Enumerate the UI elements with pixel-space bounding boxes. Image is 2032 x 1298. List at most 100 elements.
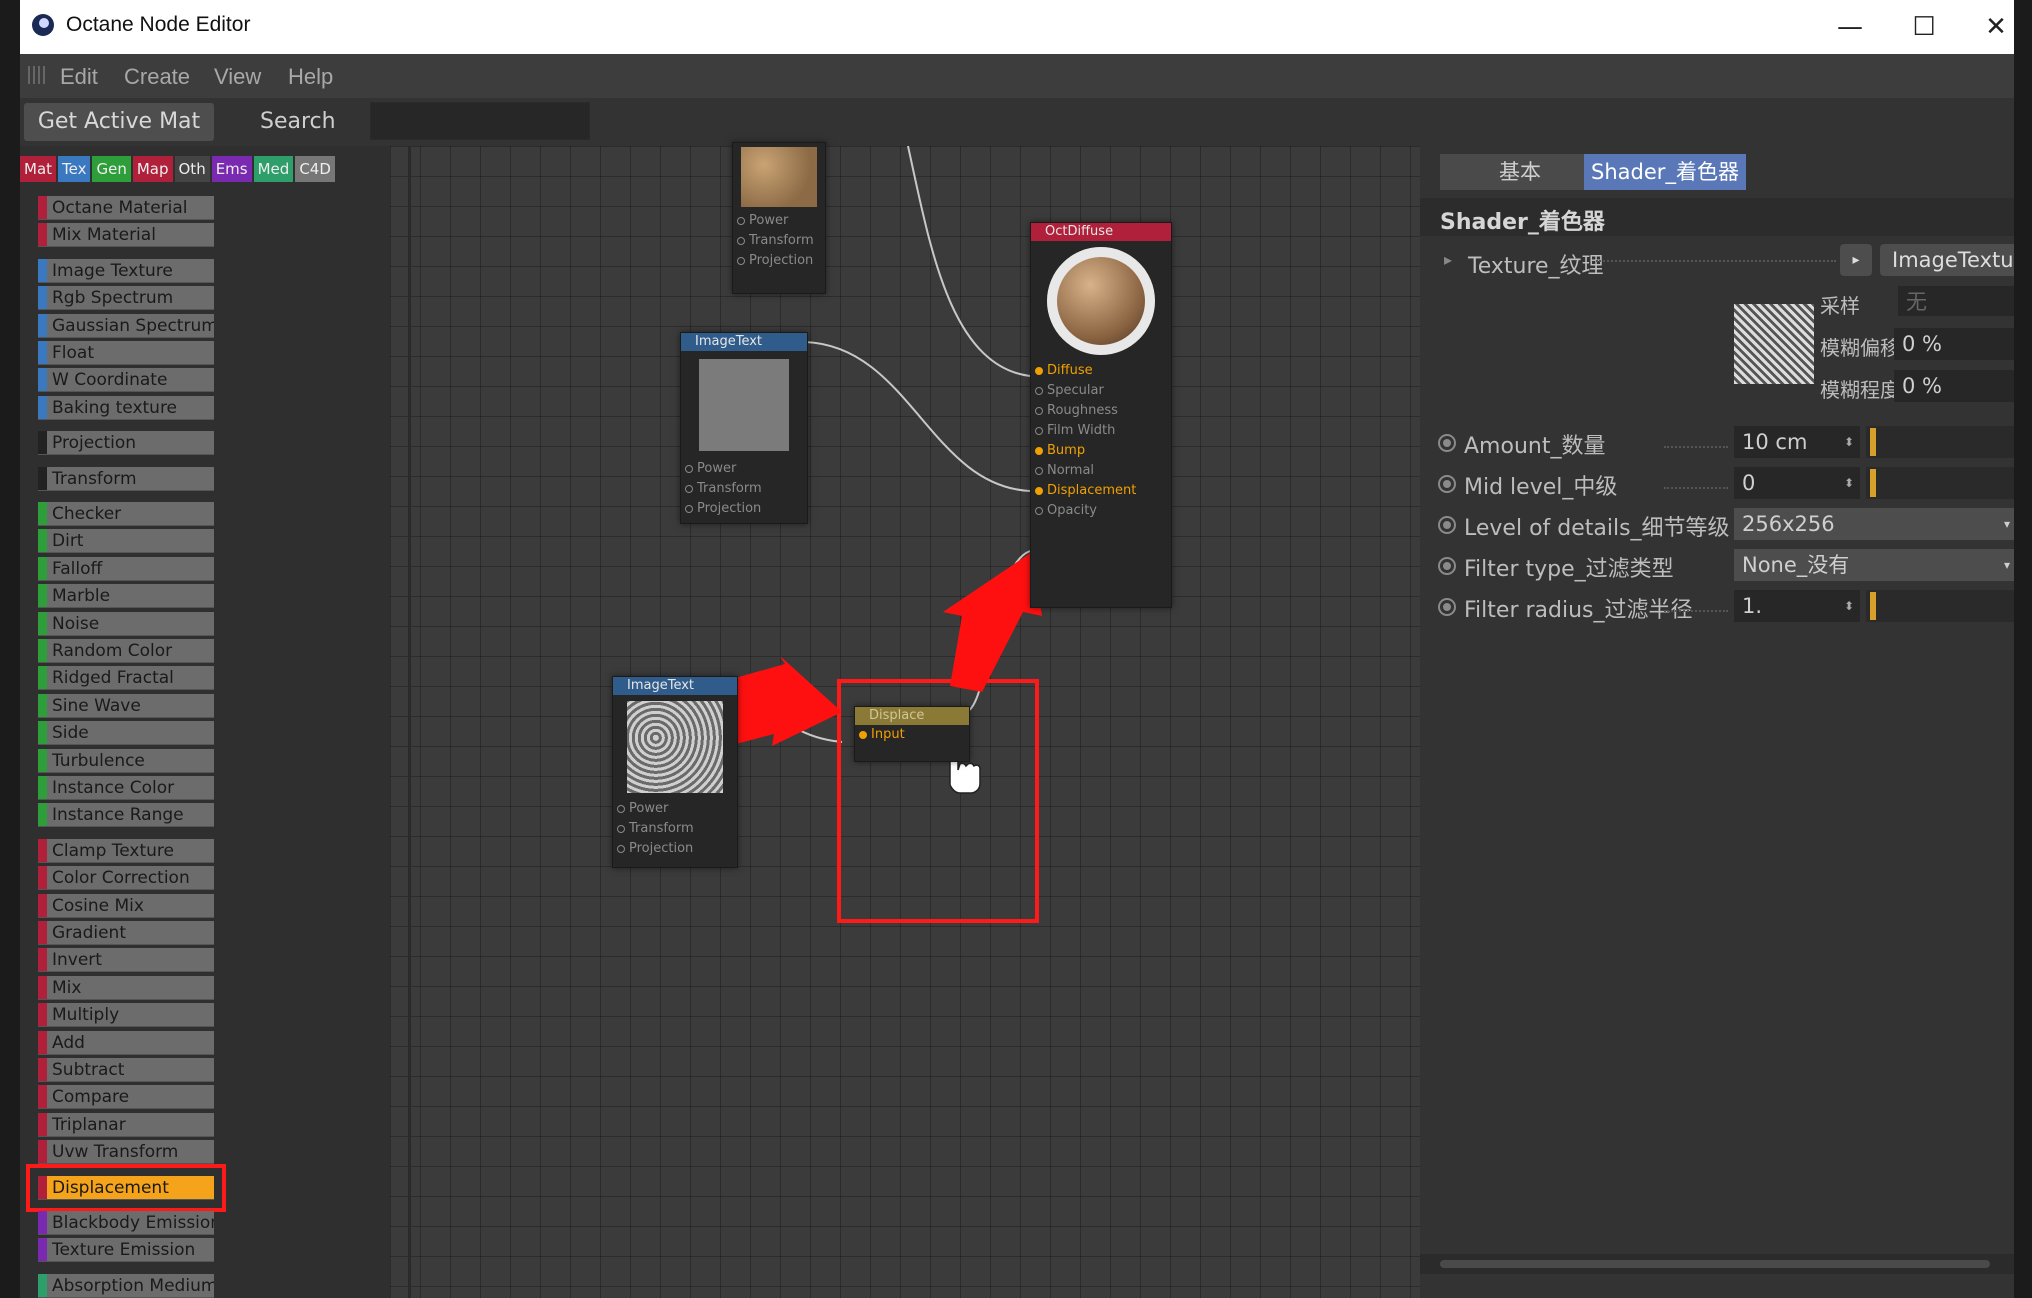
node-list-item[interactable]: Baking texture — [38, 395, 214, 420]
stepper-arrows-icon[interactable]: ⬍ — [1844, 467, 1854, 499]
texture-arrow-button[interactable]: ▸ — [1840, 244, 1872, 276]
node-list-item[interactable]: Rgb Spectrum — [38, 286, 214, 311]
category-tab-gen[interactable]: Gen — [92, 156, 131, 182]
tab-basic[interactable]: 基本 — [1440, 154, 1600, 190]
node-list-item[interactable]: Float — [38, 341, 214, 365]
node-list-item[interactable]: Falloff — [38, 556, 214, 581]
node-list-item[interactable]: Projection — [38, 431, 214, 456]
node-list-item[interactable]: Compare — [38, 1085, 214, 1110]
node-list-item[interactable]: Triplanar — [38, 1112, 214, 1137]
node-list-item[interactable]: Instance Color — [38, 776, 214, 800]
stepper-arrows-icon[interactable]: ⬍ — [1844, 590, 1854, 622]
node-list-item[interactable]: Marble — [38, 584, 214, 609]
node-input-pin[interactable]: Power — [613, 799, 737, 819]
minimize-button[interactable]: — — [1820, 6, 1880, 48]
texture-node-top[interactable]: Power Transform Projection — [732, 142, 826, 294]
node-list-item[interactable]: Cosine Mix — [38, 893, 214, 918]
node-list-item[interactable]: Checker — [38, 502, 214, 526]
node-list-item[interactable]: Sine Wave — [38, 693, 214, 718]
category-tab-mat[interactable]: Mat — [20, 156, 57, 182]
node-input-pin[interactable]: Transform — [681, 479, 807, 499]
blur-offset-field[interactable]: 0 % — [1894, 328, 2014, 360]
node-list-item[interactable]: Absorption Medium — [38, 1273, 214, 1298]
node-list-item[interactable]: Invert — [38, 948, 214, 973]
node-list-item[interactable]: Transform — [38, 466, 214, 491]
horizontal-scrollbar[interactable] — [1420, 1254, 2014, 1274]
maximize-button[interactable]: ☐ — [1894, 6, 1954, 48]
node-list-item[interactable]: Gradient — [38, 921, 214, 945]
close-button[interactable]: ✕ — [1966, 6, 2014, 48]
get-active-mat-button[interactable]: Get Active Mat — [24, 103, 214, 141]
node-list-item[interactable]: Displacement — [26, 1163, 226, 1212]
node-list-item[interactable]: Instance Range — [38, 803, 214, 828]
node-input-pin[interactable]: Diffuse — [1031, 361, 1171, 381]
expand-triangle-icon[interactable]: ▸ — [1444, 250, 1452, 269]
node-list-item[interactable]: Mix Material — [38, 223, 214, 248]
node-list-item[interactable]: Color Correction — [38, 866, 214, 891]
node-list-item[interactable]: Dirt — [38, 529, 214, 554]
node-list-item[interactable]: Multiply — [38, 1003, 214, 1028]
node-list-item[interactable]: Random Color — [38, 639, 214, 663]
tab-shader[interactable]: Shader_着色器 — [1584, 154, 1746, 190]
octdiffuse-node[interactable]: OctDiffuse Diffuse Specular Roughness Film … — [1030, 222, 1172, 608]
node-input-pin[interactable]: Bump — [1031, 441, 1171, 461]
property-radio[interactable] — [1438, 516, 1456, 534]
property-dropdown[interactable]: None_没有 ▾ — [1734, 549, 2014, 581]
node-list-item[interactable]: Gaussian Spectrum — [38, 313, 214, 338]
property-slider[interactable] — [1866, 590, 2014, 622]
texture-link-button[interactable]: ImageTexture_图 — [1880, 244, 2014, 276]
property-slider[interactable] — [1866, 426, 2014, 458]
menu-help[interactable]: Help — [288, 64, 333, 90]
node-canvas[interactable]: Power Transform Projection ImageText Power… — [390, 142, 1420, 1298]
node-list-item[interactable]: Blackbody Emission — [38, 1211, 214, 1235]
stepper-arrows-icon[interactable]: ⬍ — [1844, 426, 1854, 458]
search-input[interactable] — [370, 102, 590, 140]
slider-handle[interactable] — [1870, 469, 1876, 497]
category-tab-oth[interactable]: Oth — [174, 156, 210, 182]
menu-view[interactable]: View — [214, 64, 261, 90]
node-input-pin[interactable]: Normal — [1031, 461, 1171, 481]
node-input-pin[interactable]: Specular — [1031, 381, 1171, 401]
node-list-item[interactable]: Clamp Texture — [38, 838, 214, 863]
property-field[interactable]: 1. ⬍ — [1734, 590, 1860, 622]
image-texture-node-2[interactable]: ImageText Power Transform Projection — [612, 676, 738, 868]
scrollbar-thumb[interactable] — [1440, 1260, 1990, 1268]
node-list-item[interactable]: Image Texture — [38, 258, 214, 283]
node-list-item[interactable]: Mix — [38, 975, 214, 1000]
node-input-pin[interactable]: Displacement — [1031, 481, 1171, 501]
image-texture-node-1[interactable]: ImageText Power Transform Projection — [680, 332, 808, 524]
category-tab-map[interactable]: Map — [132, 156, 173, 182]
category-tab-c4d[interactable]: C4D — [295, 156, 335, 182]
node-input-pin[interactable]: Input — [855, 725, 969, 745]
node-list-item[interactable]: Subtract — [38, 1058, 214, 1082]
node-list-item[interactable]: Side — [38, 721, 214, 746]
node-input-pin[interactable]: Opacity — [1031, 501, 1171, 521]
category-tab-med[interactable]: Med — [253, 156, 294, 182]
node-list-item[interactable]: Ridged Fractal — [38, 666, 214, 691]
sample-field[interactable]: 无 — [1898, 286, 2014, 316]
displacement-node[interactable]: Displace Input — [854, 706, 970, 762]
node-input-pin[interactable]: Roughness — [1031, 401, 1171, 421]
blur-amount-field[interactable]: 0 % — [1894, 370, 2014, 402]
node-list-item[interactable]: Add — [38, 1030, 214, 1055]
property-field[interactable]: 10 cm ⬍ — [1734, 426, 1860, 458]
dropdown-arrow-icon[interactable]: ▾ — [2004, 549, 2010, 581]
node-input-pin[interactable]: Projection — [681, 499, 807, 519]
property-radio[interactable] — [1438, 557, 1456, 575]
category-tab-ems[interactable]: Ems — [211, 156, 252, 182]
node-input-pin[interactable]: Transform — [733, 231, 825, 251]
node-list-item[interactable]: Octane Material — [38, 196, 214, 220]
property-radio[interactable] — [1438, 475, 1456, 493]
node-list-item[interactable]: Uvw Transform — [38, 1140, 214, 1165]
menu-edit[interactable]: Edit — [60, 64, 98, 90]
slider-handle[interactable] — [1870, 428, 1876, 456]
node-input-pin[interactable]: Power — [733, 211, 825, 231]
node-input-pin[interactable]: Power — [681, 459, 807, 479]
node-list-item[interactable]: W Coordinate — [38, 368, 214, 393]
dropdown-arrow-icon[interactable]: ▾ — [2004, 508, 2010, 540]
property-slider[interactable] — [1866, 467, 2014, 499]
property-radio[interactable] — [1438, 598, 1456, 616]
property-radio[interactable] — [1438, 434, 1456, 452]
node-list-item[interactable]: Noise — [38, 611, 214, 636]
category-tab-tex[interactable]: Tex — [58, 156, 91, 182]
